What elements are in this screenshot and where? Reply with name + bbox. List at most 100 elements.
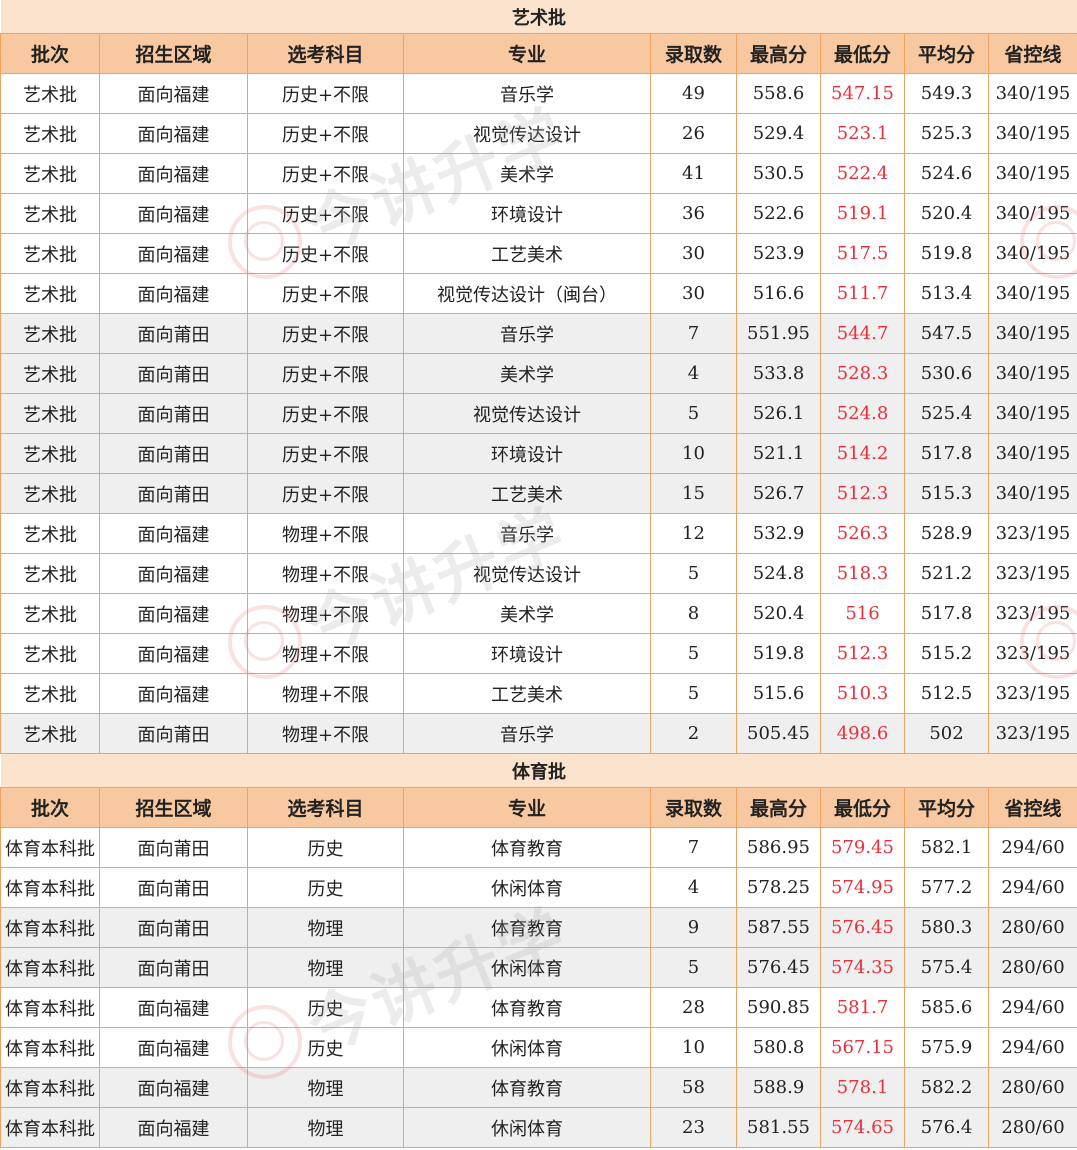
table-cell: 515.3	[904, 473, 989, 514]
table-cell: 2	[650, 713, 737, 754]
table-row: 体育本科批 面向福建 历史 休闲体育 10 580.8 567.15 575.9 294/60	[0, 1027, 1077, 1068]
table-cell: 5	[650, 947, 737, 988]
table-row: 体育本科批 面向莆田 历史 体育教育 7 586.95 579.45 582.1 294/60	[0, 827, 1077, 868]
table-cell: 美术学	[403, 153, 651, 194]
header-row: 批次 招生区域 选考科目 专业 录取数 最高分 最低分 平均分 省控线	[0, 787, 1077, 828]
section-title: 体育批	[0, 753, 1077, 788]
table-row: 体育本科批 面向福建 物理 休闲体育 23 581.55 574.65 576.4 280/60	[0, 1107, 1077, 1148]
table-row: 艺术批 面向福建 历史+不限 音乐学 49 558.6 547.15 549.3 340/195	[0, 73, 1077, 114]
table-cell: 艺术批	[0, 593, 100, 634]
table-cell: 512.3	[820, 473, 905, 514]
table-cell: 516.6	[736, 273, 821, 314]
table-cell: 艺术批	[0, 393, 100, 434]
table-cell: 物理+不限	[247, 673, 404, 714]
table-cell: 视觉传达设计	[403, 553, 651, 594]
table-cell: 历史+不限	[247, 273, 404, 314]
table-cell: 294/60	[988, 987, 1077, 1028]
table-cell: 视觉传达设计（闽台）	[403, 273, 651, 314]
column-header: 最高分	[736, 33, 821, 74]
table-cell: 艺术批	[0, 353, 100, 394]
table-cell: 面向莆田	[99, 867, 248, 908]
table-cell: 艺术批	[0, 553, 100, 594]
table-cell: 525.4	[904, 393, 989, 434]
table-cell: 历史+不限	[247, 393, 404, 434]
table-cell: 520.4	[904, 193, 989, 234]
table-cell: 551.95	[736, 313, 821, 354]
table-cell: 340/195	[988, 393, 1077, 434]
table-cell: 340/195	[988, 313, 1077, 354]
table-row: 艺术批 面向福建 物理+不限 工艺美术 5 515.6 510.3 512.5 323/195	[0, 673, 1077, 714]
table-cell: 音乐学	[403, 513, 651, 554]
table-cell: 23	[650, 1107, 737, 1148]
table-row: 艺术批 面向莆田 历史+不限 视觉传达设计 5 526.1 524.8 525.4 340/19…	[0, 393, 1077, 434]
table-cell: 574.35	[820, 947, 905, 988]
table-cell: 物理+不限	[247, 633, 404, 674]
table-cell: 艺术批	[0, 633, 100, 674]
table-cell: 518.3	[820, 553, 905, 594]
table-cell: 513.4	[904, 273, 989, 314]
table-cell: 523.9	[736, 233, 821, 274]
table-cell: 515.2	[904, 633, 989, 674]
table-cell: 521.1	[736, 433, 821, 474]
table-cell: 面向福建	[99, 1027, 248, 1068]
table-cell: 323/195	[988, 553, 1077, 594]
table-cell: 547.15	[820, 73, 905, 114]
table-cell: 7	[650, 313, 737, 354]
table-cell: 物理+不限	[247, 553, 404, 594]
table-cell: 历史+不限	[247, 353, 404, 394]
table-cell: 艺术批	[0, 513, 100, 554]
table-cell: 工艺美术	[403, 673, 651, 714]
table-cell: 582.1	[904, 827, 989, 868]
table-cell: 环境设计	[403, 193, 651, 234]
table-cell: 575.9	[904, 1027, 989, 1068]
table-cell: 323/195	[988, 673, 1077, 714]
table-cell: 544.7	[820, 313, 905, 354]
table-cell: 516	[820, 593, 905, 634]
table-cell: 519.1	[820, 193, 905, 234]
table-cell: 环境设计	[403, 433, 651, 474]
table-cell: 574.95	[820, 867, 905, 908]
table-cell: 578.1	[820, 1067, 905, 1108]
table-cell: 艺术批	[0, 113, 100, 154]
column-header: 录取数	[650, 787, 737, 828]
table-cell: 530.5	[736, 153, 821, 194]
table-cell: 环境设计	[403, 633, 651, 674]
table-cell: 522.4	[820, 153, 905, 194]
table-cell: 物理+不限	[247, 713, 404, 754]
table-cell: 体育教育	[403, 827, 651, 868]
table-cell: 5	[650, 553, 737, 594]
table-cell: 30	[650, 233, 737, 274]
table-cell: 547.5	[904, 313, 989, 354]
table-cell: 面向莆田	[99, 473, 248, 514]
table-cell: 面向莆田	[99, 353, 248, 394]
column-header: 招生区域	[99, 787, 248, 828]
table-cell: 519.8	[904, 233, 989, 274]
table-cell: 323/195	[988, 713, 1077, 754]
table-cell: 体育本科批	[0, 867, 100, 908]
table-cell: 576.4	[904, 1107, 989, 1148]
table-cell: 体育本科批	[0, 1107, 100, 1148]
table-cell: 面向福建	[99, 1107, 248, 1148]
table-cell: 面向福建	[99, 153, 248, 194]
table-cell: 517.5	[820, 233, 905, 274]
section-title-row: 艺术批	[0, 0, 1077, 34]
table-cell: 10	[650, 1027, 737, 1068]
table-cell: 340/195	[988, 273, 1077, 314]
table-cell: 294/60	[988, 867, 1077, 908]
section-title: 艺术批	[0, 0, 1077, 34]
table-cell: 581.55	[736, 1107, 821, 1148]
column-header: 批次	[0, 787, 100, 828]
table-cell: 524.8	[820, 393, 905, 434]
table-cell: 512.3	[820, 633, 905, 674]
table-cell: 工艺美术	[403, 233, 651, 274]
table-cell: 面向福建	[99, 73, 248, 114]
column-header: 省控线	[988, 33, 1077, 74]
table-cell: 物理+不限	[247, 593, 404, 634]
table-cell: 艺术批	[0, 673, 100, 714]
table-cell: 体育本科批	[0, 947, 100, 988]
table-cell: 577.2	[904, 867, 989, 908]
table-cell: 面向福建	[99, 673, 248, 714]
table-cell: 36	[650, 193, 737, 234]
table-cell: 575.4	[904, 947, 989, 988]
table-cell: 581.7	[820, 987, 905, 1028]
